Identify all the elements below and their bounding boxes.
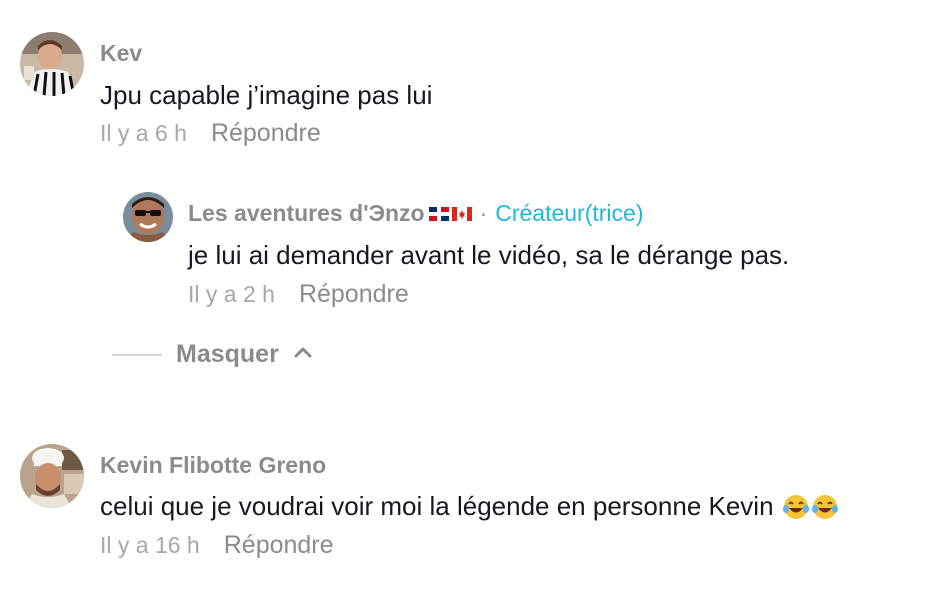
comment-text: je lui ai demander avant le vidéo, sa le…: [188, 240, 790, 270]
flag-canada-icon: [451, 206, 472, 221]
flag-group: [428, 206, 472, 221]
comment-text: Jpu capable j’imagine pas lui: [100, 80, 433, 110]
avatar[interactable]: [20, 32, 84, 96]
comment-timestamp: Il y a 16 h: [100, 532, 200, 558]
hide-replies-button[interactable]: Masquer: [112, 340, 313, 369]
chevron-up-icon: [293, 345, 313, 364]
comment-timestamp: Il y a 2 h: [188, 281, 275, 307]
user-avatar-striped-shirt-icon: [20, 32, 84, 96]
comment-meta: Il y a 6 h Répondre: [100, 119, 321, 148]
comment-username[interactable]: Les aventures d'Эnzo: [188, 200, 425, 227]
comment-meta: Il y a 16 h Répondre: [100, 531, 334, 560]
flag-dominican-republic-icon: [428, 206, 449, 221]
creator-badge: Créateur(trice): [495, 200, 644, 226]
divider-line: [112, 353, 162, 356]
face-with-tears-of-joy-icon: [782, 494, 809, 519]
comment-username[interactable]: Kev: [100, 40, 142, 67]
comment-username-row: Les aventures d'Эnzo · Créateur(trice): [188, 200, 644, 227]
avatar[interactable]: [20, 444, 84, 508]
comment-username[interactable]: Kevin Flibotte Greno: [100, 452, 326, 479]
avatar[interactable]: [123, 192, 173, 242]
comment-text-row: celui que je voudrai voir moi la légende…: [100, 491, 839, 522]
reply-button[interactable]: Répondre: [224, 531, 334, 560]
emoji-group: [782, 493, 839, 521]
separator-dot: ·: [479, 200, 488, 226]
comment-meta: Il y a 2 h Répondre: [188, 280, 409, 309]
reply-button[interactable]: Répondre: [211, 119, 321, 148]
user-avatar-chef-hat-icon: [20, 444, 84, 508]
face-with-tears-of-joy-icon: [811, 494, 838, 519]
hide-replies-label: Masquer: [176, 340, 279, 368]
comment-timestamp: Il y a 6 h: [100, 120, 187, 146]
comment-text: celui que je voudrai voir moi la légende…: [100, 491, 774, 521]
user-avatar-sunglasses-icon: [123, 192, 173, 242]
reply-button[interactable]: Répondre: [299, 280, 409, 309]
